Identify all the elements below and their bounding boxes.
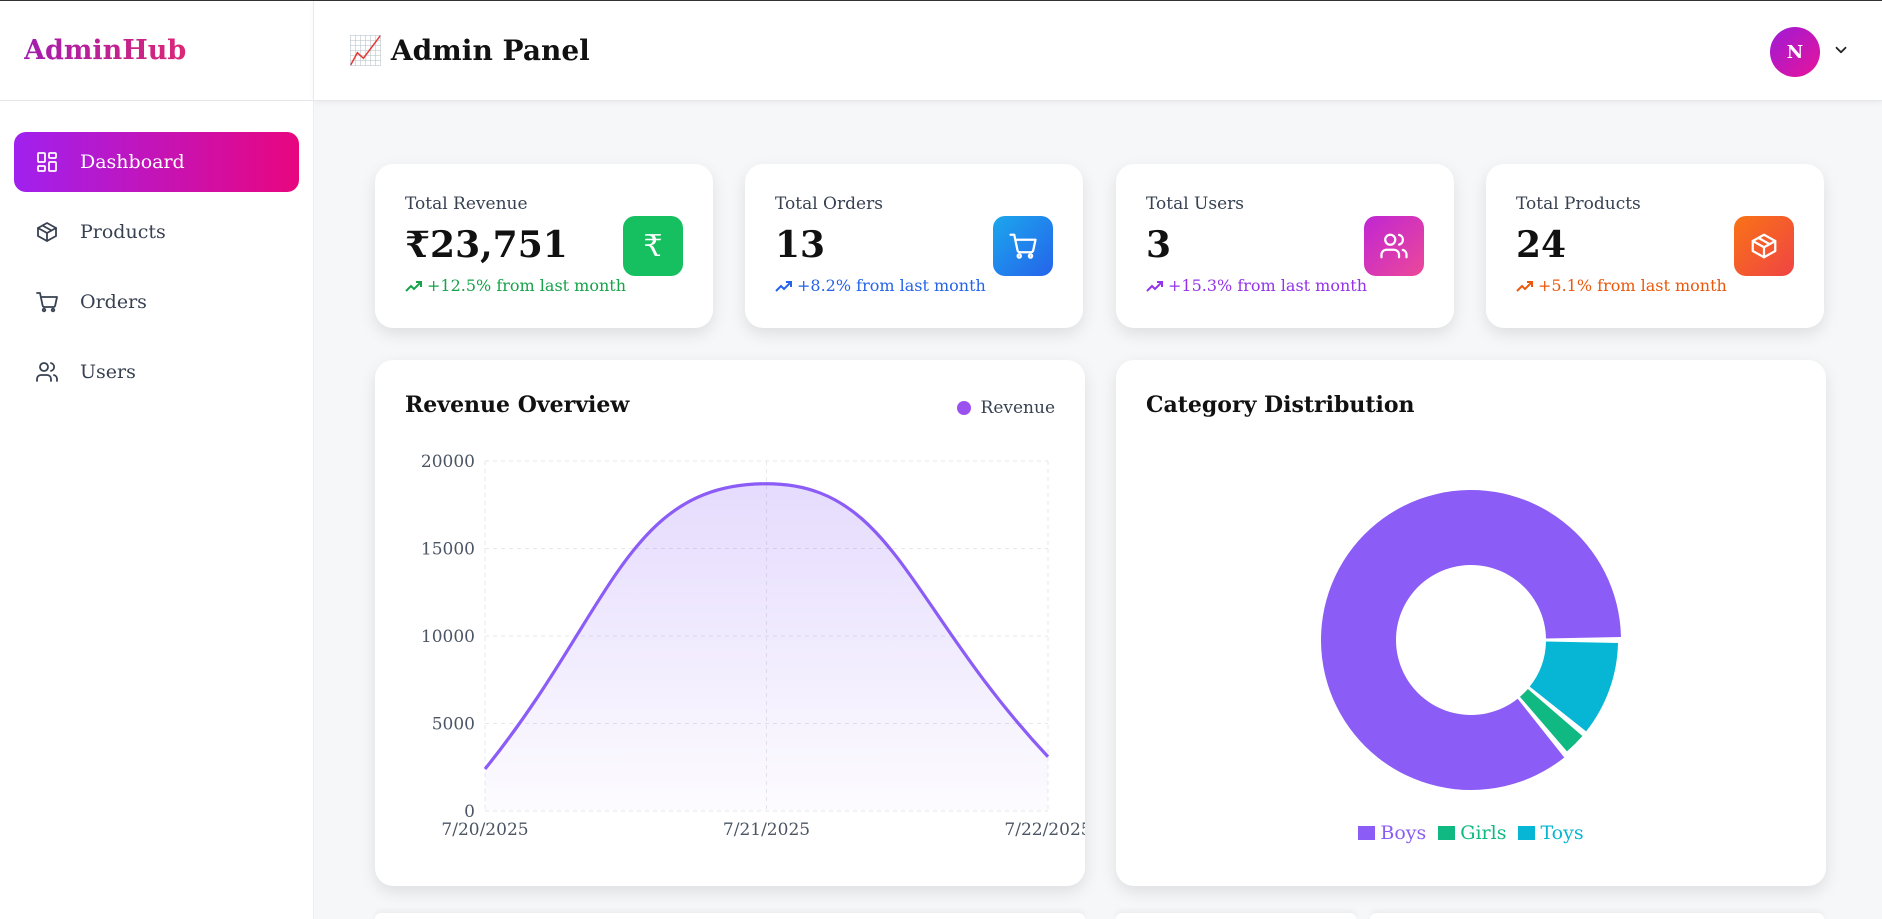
legend-label: Girls bbox=[1460, 822, 1507, 844]
chart-increasing-icon: 📈 bbox=[348, 34, 383, 67]
top-header: 📈 Admin Panel N bbox=[314, 1, 1882, 101]
y-tick-label: 0 bbox=[464, 802, 475, 822]
legend-swatch bbox=[1518, 826, 1536, 840]
stat-card-users: Total Users 3 +15.3% from last month bbox=[1116, 164, 1454, 328]
cart-icon bbox=[993, 216, 1053, 276]
stat-label: Total Users bbox=[1146, 194, 1245, 214]
stat-trend: +15.3% from last month bbox=[1146, 276, 1424, 295]
trending-up-icon bbox=[1516, 280, 1533, 292]
rupee-icon: ₹ bbox=[623, 216, 683, 276]
box-icon bbox=[1734, 216, 1794, 276]
stat-trend: +5.1% from last month bbox=[1516, 276, 1794, 295]
sidebar-item-label: Orders bbox=[80, 291, 147, 313]
brand-logo-text[interactable]: AdminHub bbox=[24, 35, 186, 66]
legend-swatch bbox=[1438, 826, 1456, 840]
sidebar: AdminHub Dashboard Products Orders Users bbox=[0, 1, 314, 919]
sidebar-item-products[interactable]: Products bbox=[14, 202, 299, 262]
stat-label: Total Products bbox=[1516, 194, 1641, 214]
y-tick-label: 10000 bbox=[421, 627, 475, 647]
sidebar-item-orders[interactable]: Orders bbox=[14, 272, 299, 332]
cart-icon bbox=[34, 289, 60, 315]
sidebar-item-label: Products bbox=[80, 221, 166, 243]
sidebar-nav: Dashboard Products Orders Users bbox=[0, 101, 313, 402]
legend-item-toys[interactable]: Toys bbox=[1518, 822, 1584, 844]
revenue-overview-card: Revenue Overview Revenue 0 5000 10000 15000… bbox=[375, 360, 1085, 886]
x-tick-label: 7/20/2025 bbox=[441, 820, 528, 840]
stat-trend-text: +5.1% from last month bbox=[1538, 276, 1727, 295]
y-tick-label: 5000 bbox=[432, 715, 475, 735]
legend-label: Toys bbox=[1540, 822, 1584, 844]
brand: AdminHub bbox=[0, 1, 313, 101]
trending-up-icon bbox=[405, 280, 422, 292]
sidebar-item-label: Users bbox=[80, 361, 136, 383]
sidebar-item-users[interactable]: Users bbox=[14, 342, 299, 402]
category-donut-chart bbox=[1321, 490, 1621, 790]
category-distribution-card: Category Distribution Boys Girls Toys bbox=[1116, 360, 1826, 886]
pie-slice-boys bbox=[1321, 490, 1621, 790]
next-card-edge bbox=[1116, 913, 1356, 919]
stat-card-orders: Total Orders 13 +8.2% from last month bbox=[745, 164, 1083, 328]
stat-label: Total Revenue bbox=[405, 194, 528, 214]
users-icon bbox=[34, 359, 60, 385]
dashboard-icon bbox=[34, 149, 60, 175]
x-tick-label: 7/21/2025 bbox=[723, 820, 810, 840]
stat-label: Total Orders bbox=[775, 194, 883, 214]
legend-item-girls[interactable]: Girls bbox=[1438, 822, 1506, 844]
legend-swatch bbox=[1358, 826, 1376, 840]
legend-label: Boys bbox=[1380, 822, 1427, 844]
chevron-down-icon[interactable] bbox=[1832, 41, 1852, 61]
stat-card-revenue: Total Revenue ₹23,751 +12.5% from last m… bbox=[375, 164, 713, 328]
stat-trend: +12.5% from last month bbox=[405, 276, 683, 295]
x-tick-label: 7/22/2025 bbox=[1004, 820, 1085, 840]
sidebar-item-dashboard[interactable]: Dashboard bbox=[14, 132, 299, 192]
legend-item-boys[interactable]: Boys bbox=[1358, 822, 1426, 844]
box-icon bbox=[34, 219, 60, 245]
users-icon bbox=[1364, 216, 1424, 276]
stat-card-products: Total Products 24 +5.1% from last month bbox=[1486, 164, 1824, 328]
trending-up-icon bbox=[1146, 280, 1163, 292]
next-card-edge bbox=[1370, 913, 1824, 919]
pie-legend: Boys Girls Toys bbox=[1116, 822, 1826, 844]
trending-up-icon bbox=[775, 280, 792, 292]
stat-trend: +8.2% from last month bbox=[775, 276, 1053, 295]
sidebar-item-label: Dashboard bbox=[80, 151, 185, 173]
stat-trend-text: +12.5% from last month bbox=[427, 276, 627, 295]
stat-trend-text: +8.2% from last month bbox=[797, 276, 986, 295]
page-title: Admin Panel bbox=[390, 34, 590, 67]
stat-trend-text: +15.3% from last month bbox=[1168, 276, 1368, 295]
y-tick-label: 15000 bbox=[421, 540, 475, 560]
next-card-edge bbox=[375, 913, 1085, 919]
y-tick-label: 20000 bbox=[421, 452, 475, 472]
revenue-area-chart: 0 5000 10000 15000 20000 7/20/2025 7/21/2025 7/… bbox=[421, 452, 1085, 840]
avatar[interactable]: N bbox=[1770, 27, 1820, 77]
